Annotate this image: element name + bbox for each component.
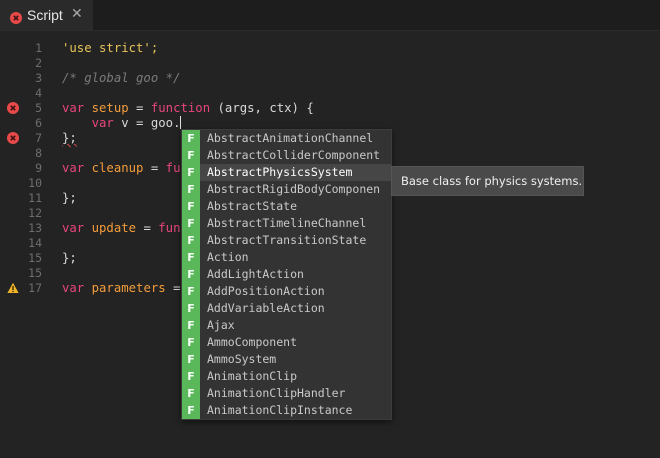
autocomplete-item[interactable]: F AbstractPhysicsSystem — [182, 164, 391, 181]
autocomplete-item[interactable]: F AbstractState — [182, 198, 391, 215]
function-kind-icon: F — [182, 198, 200, 215]
function-kind-icon: F — [182, 334, 200, 351]
tab-title: Script — [27, 7, 63, 23]
autocomplete-item-label: Action — [207, 250, 249, 264]
autocomplete-item-label: AbstractState — [207, 199, 298, 213]
function-kind-icon: F — [182, 164, 200, 181]
keyword: fun — [158, 221, 181, 235]
function-kind-icon: F — [182, 147, 200, 164]
tab-bar: Script ✕ — [0, 0, 660, 31]
function-kind-icon: F — [182, 385, 200, 402]
keyword: var — [62, 101, 85, 115]
function-kind-icon: F — [182, 249, 200, 266]
autocomplete-item[interactable]: F AbstractAnimationChannel — [182, 130, 391, 147]
autocomplete-item[interactable]: F AbstractColliderComponent — [182, 147, 391, 164]
line-number: 10 — [28, 176, 42, 190]
function-kind-icon: F — [182, 300, 200, 317]
completion-tooltip: Base class for physics systems. — [391, 166, 584, 196]
line-number: 17 — [28, 281, 42, 295]
line-number: 13 — [28, 221, 42, 235]
code-line: 3 /* global goo */ — [0, 71, 660, 86]
function-kind-icon: F — [182, 232, 200, 249]
line-number: 9 — [35, 161, 42, 175]
keyword: var — [62, 161, 85, 175]
autocomplete-item[interactable]: F Action — [182, 249, 391, 266]
function-kind-icon: F — [182, 317, 200, 334]
function-kind-icon: F — [182, 368, 200, 385]
identifier: update — [91, 221, 137, 235]
error-icon — [10, 9, 22, 28]
autocomplete-item-label: AbstractRigidBodyComponen — [207, 182, 381, 196]
code-line: 1 'use strict'; — [0, 41, 660, 56]
autocomplete-item[interactable]: F AnimationClipInstance — [182, 402, 391, 419]
autocomplete-item-label: AddPositionAction — [207, 284, 325, 298]
autocomplete-item[interactable]: F AddLightAction — [182, 266, 391, 283]
line-number: 15 — [28, 251, 42, 265]
line-number: 4 — [35, 86, 42, 100]
identifier: setup — [91, 101, 129, 115]
keyword: var — [62, 221, 85, 235]
line-number: 2 — [35, 56, 42, 70]
autocomplete-item-label: AnimationClip — [207, 369, 298, 383]
keyword: var — [62, 281, 85, 295]
autocomplete-popup[interactable]: F AbstractAnimationChannel F AbstractCollid… — [181, 129, 392, 420]
code-line: 4 — [0, 86, 660, 101]
code-text: }; — [62, 251, 77, 265]
autocomplete-item-label: AbstractPhysicsSystem — [207, 165, 353, 179]
autocomplete-item-label: Ajax — [207, 318, 235, 332]
code-line: 5 var setup = function (args, ctx) { — [0, 101, 660, 116]
line-number: 12 — [28, 206, 42, 220]
autocomplete-item-label: AbstractTransitionState — [207, 233, 367, 247]
string-literal: 'use strict'; — [62, 41, 159, 55]
close-icon[interactable]: ✕ — [71, 6, 83, 22]
line-number: 8 — [35, 146, 42, 160]
code-text: }; — [62, 191, 77, 205]
function-kind-icon: F — [182, 402, 200, 419]
autocomplete-item-label: AddVariableAction — [207, 301, 325, 315]
tab-script[interactable]: Script ✕ — [0, 0, 93, 30]
identifier: cleanup — [91, 161, 144, 175]
autocomplete-item-label: AnimationClipInstance — [207, 403, 353, 417]
autocomplete-item[interactable]: F AmmoSystem — [182, 351, 391, 368]
autocomplete-item[interactable]: F AddPositionAction — [182, 283, 391, 300]
autocomplete-item-label: AddLightAction — [207, 267, 304, 281]
line-number: 15 — [28, 266, 42, 280]
autocomplete-item[interactable]: F AbstractRigidBodyComponen — [182, 181, 391, 198]
autocomplete-item-label: AmmoSystem — [207, 352, 277, 366]
line-number: 14 — [28, 236, 42, 250]
autocomplete-item[interactable]: F Ajax — [182, 317, 391, 334]
autocomplete-item-label: AbstractTimelineChannel — [207, 216, 367, 230]
line-number: 11 — [28, 191, 42, 205]
function-kind-icon: F — [182, 351, 200, 368]
comment: /* global goo */ — [62, 71, 181, 85]
autocomplete-item-label: AbstractAnimationChannel — [207, 131, 374, 145]
function-kind-icon: F — [182, 215, 200, 232]
autocomplete-item-label: AbstractColliderComponent — [207, 148, 381, 162]
keyword: function — [150, 101, 211, 115]
identifier: parameters — [91, 281, 166, 295]
function-kind-icon: F — [182, 266, 200, 283]
keyword: var — [91, 116, 114, 130]
function-kind-icon: F — [182, 181, 200, 198]
function-kind-icon: F — [182, 283, 200, 300]
autocomplete-item[interactable]: F AddVariableAction — [182, 300, 391, 317]
autocomplete-item[interactable]: F AbstractTransitionState — [182, 232, 391, 249]
text-cursor — [180, 116, 182, 129]
line-number: 1 — [35, 41, 42, 55]
line-number: 7 — [35, 131, 42, 145]
line-number: 3 — [35, 71, 42, 85]
autocomplete-item[interactable]: F AmmoComponent — [182, 334, 391, 351]
autocomplete-item[interactable]: F AnimationClipHandler — [182, 385, 391, 402]
line-number: 5 — [35, 101, 42, 115]
autocomplete-item[interactable]: F AnimationClip — [182, 368, 391, 385]
line-number: 6 — [35, 116, 42, 130]
autocomplete-item-label: AmmoComponent — [207, 335, 298, 349]
autocomplete-item-label: AnimationClipHandler — [207, 386, 346, 400]
code-line: 2 — [0, 56, 660, 71]
code-error-token: }; — [62, 131, 77, 145]
function-kind-icon: F — [182, 130, 200, 147]
autocomplete-item[interactable]: F AbstractTimelineChannel — [182, 215, 391, 232]
keyword: fu — [165, 161, 181, 175]
